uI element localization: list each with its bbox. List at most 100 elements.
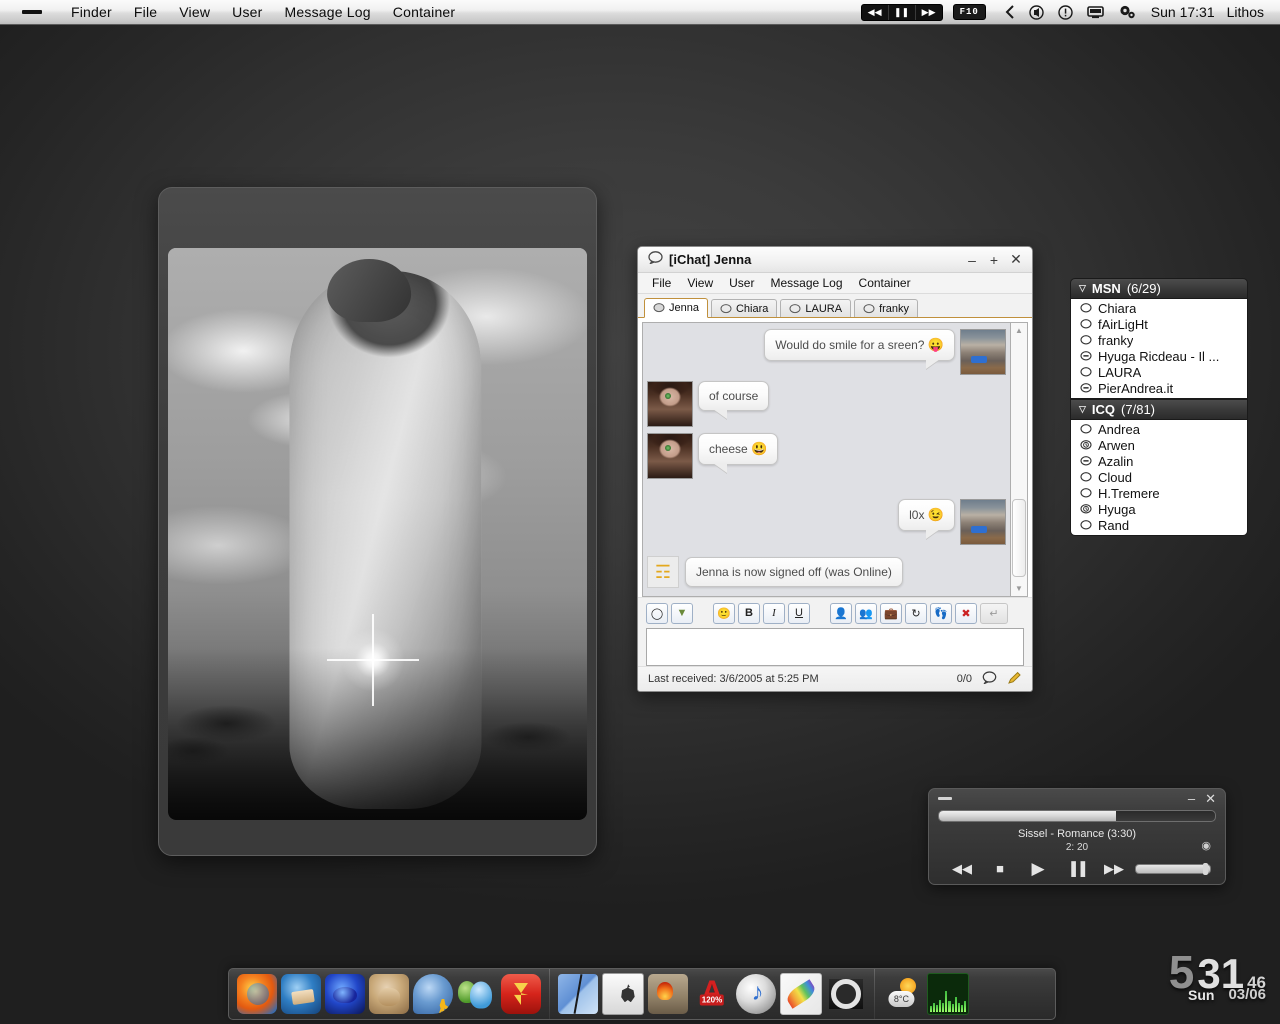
- smiley-icon[interactable]: 🙂: [713, 602, 735, 624]
- chat-menu-view[interactable]: View: [679, 276, 721, 290]
- menu-bar-user[interactable]: Lithos: [1227, 4, 1264, 20]
- tab-laura[interactable]: LAURA: [780, 299, 852, 317]
- contact-item[interactable]: Azalin: [1071, 453, 1247, 469]
- dock-icon-azureus[interactable]: [325, 974, 365, 1014]
- media-player-window[interactable]: – ✕ Sissel - Romance (3:30) 2: 20 ◉ ◀◀ ■…: [928, 788, 1226, 885]
- rewind-icon[interactable]: ◀◀: [862, 4, 889, 20]
- chat-bubble-icon[interactable]: ◯: [646, 602, 668, 624]
- contact-item[interactable]: Andrea: [1071, 421, 1247, 437]
- dock-icon-weather-widget[interactable]: [883, 974, 923, 1014]
- dock-icon-acrobat[interactable]: [692, 974, 732, 1014]
- contact-item[interactable]: Chiara: [1071, 300, 1247, 316]
- previous-button[interactable]: ◀◀: [943, 861, 981, 877]
- history-icon[interactable]: ↻: [905, 602, 927, 624]
- dock-icon-disk-utility[interactable]: [602, 973, 644, 1015]
- gears-icon[interactable]: [1118, 4, 1136, 20]
- chat-window[interactable]: [iChat] Jenna – + ✕ File View User Messa…: [637, 246, 1033, 692]
- dock-icon-itunes[interactable]: [736, 974, 776, 1014]
- message-scrollbar[interactable]: ▲ ▼: [1010, 322, 1028, 597]
- menu-item-message-log[interactable]: Message Log: [274, 4, 382, 20]
- contact-item[interactable]: Hyuga: [1071, 501, 1247, 517]
- dock-icon-ichat[interactable]: [413, 974, 453, 1014]
- contact-item[interactable]: franky: [1071, 332, 1247, 348]
- pencil-icon[interactable]: [1007, 671, 1022, 688]
- menu-bar-clock[interactable]: Sun 17:31: [1151, 4, 1215, 20]
- menu-item-view[interactable]: View: [168, 4, 221, 20]
- file-transfer-icon[interactable]: 💼: [880, 602, 902, 624]
- maximize-button[interactable]: +: [984, 251, 1004, 269]
- underline-button[interactable]: U: [788, 602, 810, 624]
- message-input[interactable]: [646, 628, 1024, 666]
- dock-icon-download-manager[interactable]: [501, 974, 541, 1014]
- group-chat-icon[interactable]: 👥: [855, 602, 877, 624]
- close-red-icon[interactable]: ✖: [955, 602, 977, 624]
- minimize-button[interactable]: –: [962, 251, 982, 269]
- send-button[interactable]: ↵: [980, 602, 1008, 624]
- dock-icon-emule[interactable]: [369, 974, 409, 1014]
- player-minimize-button[interactable]: –: [1188, 791, 1195, 807]
- dash-icon[interactable]: [22, 10, 42, 14]
- contact-item[interactable]: Hyuga Ricdeau - Il ...: [1071, 348, 1247, 364]
- seek-bar[interactable]: [938, 810, 1216, 822]
- dock-icon-video-converter[interactable]: [826, 974, 866, 1014]
- fast-forward-icon[interactable]: ▶▶: [916, 5, 942, 20]
- contact-item[interactable]: Rand: [1071, 517, 1247, 533]
- scroll-up-icon[interactable]: ▲: [1015, 323, 1023, 338]
- chat-bubble-icon[interactable]: [982, 671, 997, 687]
- contact-item[interactable]: LAURA: [1071, 364, 1247, 380]
- player-close-button[interactable]: ✕: [1205, 791, 1216, 807]
- chat-menu-message-log[interactable]: Message Log: [762, 276, 850, 290]
- dropdown-arrow-icon[interactable]: ▼: [671, 602, 693, 624]
- tab-chiara[interactable]: Chiara: [710, 299, 778, 317]
- info-circle-icon[interactable]: [1058, 4, 1073, 20]
- menu-item-user[interactable]: User: [221, 4, 273, 20]
- photo-frame-window[interactable]: [158, 187, 597, 856]
- contact-item[interactable]: H.Tremere: [1071, 485, 1247, 501]
- group-header-icq[interactable]: ▽ ICQ (7/81): [1070, 399, 1248, 420]
- menu-item-container[interactable]: Container: [382, 4, 467, 20]
- scroll-down-icon[interactable]: ▼: [1015, 581, 1023, 596]
- chat-menu-file[interactable]: File: [644, 276, 679, 290]
- chevron-down-icon[interactable]: ▽: [1079, 404, 1086, 415]
- chevron-down-icon[interactable]: ▽: [1079, 283, 1086, 294]
- play-button[interactable]: ▶: [1019, 859, 1057, 879]
- pause-button[interactable]: ▐▐: [1057, 861, 1095, 876]
- italic-button[interactable]: I: [763, 602, 785, 624]
- contact-item[interactable]: Arwen: [1071, 437, 1247, 453]
- dock-icon-nero-burning-rom[interactable]: [648, 974, 688, 1014]
- dock-icon-thunderbird[interactable]: [281, 974, 321, 1014]
- collapse-icon[interactable]: [938, 797, 952, 800]
- tab-jenna[interactable]: Jenna: [644, 298, 708, 318]
- close-button[interactable]: ✕: [1006, 251, 1026, 269]
- dock: [228, 968, 1056, 1020]
- volume-slider[interactable]: [1135, 862, 1211, 875]
- scroll-thumb[interactable]: [1012, 499, 1026, 577]
- next-button[interactable]: ▶▶: [1095, 861, 1133, 877]
- dock-icon-audio-visualizer[interactable]: [927, 973, 969, 1015]
- bold-button[interactable]: B: [738, 602, 760, 624]
- f10-key-indicator[interactable]: F10: [952, 4, 986, 20]
- scroll-track[interactable]: [1011, 338, 1027, 581]
- contact-item[interactable]: PierAndrea.it: [1071, 380, 1247, 396]
- tab-franky[interactable]: franky: [854, 299, 919, 317]
- dock-icon-msn-messenger[interactable]: [457, 974, 497, 1014]
- pause-icon[interactable]: ❚❚: [889, 4, 916, 20]
- display-icon[interactable]: [1086, 5, 1104, 19]
- chat-title-bar[interactable]: [iChat] Jenna – + ✕: [638, 247, 1032, 273]
- record-icon[interactable]: ◉: [1201, 839, 1211, 852]
- dock-icon-firefox[interactable]: [237, 974, 277, 1014]
- contact-item[interactable]: Cloud: [1071, 469, 1247, 485]
- nudge-icon[interactable]: 👣: [930, 602, 952, 624]
- chat-menu-container[interactable]: Container: [851, 276, 919, 290]
- dock-icon-image-editor[interactable]: [780, 973, 822, 1015]
- volume-icon[interactable]: [1029, 4, 1044, 20]
- back-chevron-icon[interactable]: [1005, 5, 1015, 19]
- menu-item-file[interactable]: File: [123, 4, 168, 20]
- menu-item-finder[interactable]: Finder: [60, 4, 123, 20]
- stop-button[interactable]: ■: [981, 861, 1019, 876]
- group-header-msn[interactable]: ▽ MSN (6/29): [1070, 278, 1248, 299]
- chat-menu-user[interactable]: User: [721, 276, 762, 290]
- contact-item[interactable]: fAirLigHt: [1071, 316, 1247, 332]
- contact-info-icon[interactable]: 👤: [830, 602, 852, 624]
- dock-icon-finder[interactable]: [558, 974, 598, 1014]
